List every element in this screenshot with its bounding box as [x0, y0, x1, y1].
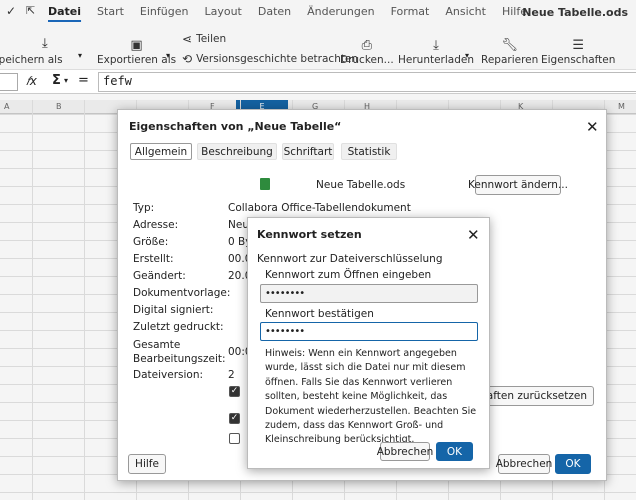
menu-datei[interactable]: Datei	[40, 5, 89, 18]
version-history-button[interactable]: ⟲ Versionsgeschichte betrachten	[182, 52, 358, 66]
tab-allgemein[interactable]: Allgemein	[130, 143, 192, 160]
repair-label: Reparieren	[481, 54, 539, 66]
type-label: Typ:	[133, 202, 155, 214]
sum-dropdown-icon[interactable]: ▾	[64, 76, 68, 85]
save-as-button[interactable]: ⬇ Speichern als	[0, 37, 63, 66]
history-icon: ⟲	[182, 52, 193, 66]
set-password-dialog: Kennwort setzen ✕ Kennwort zur Dateivers…	[247, 217, 490, 469]
download-button[interactable]: ⤓ Herunterladen	[398, 37, 474, 66]
export-icon: ▣	[130, 38, 143, 53]
close-icon[interactable]: ✕	[467, 228, 480, 243]
file-name: Neue Tabelle.ods	[316, 179, 406, 191]
sum-icon[interactable]: Σ	[52, 73, 61, 88]
menu-aenderungen[interactable]: Änderungen	[299, 5, 382, 18]
download-arrow-icon: ⤓	[42, 36, 48, 51]
chevron-down-icon[interactable]: ▾	[465, 51, 469, 60]
checkbox-checked[interactable]: ✓	[229, 413, 240, 424]
open-password-label: Kennwort zum Öffnen eingeben	[265, 269, 432, 281]
last-printed-label: Zuletzt gedruckt:	[133, 321, 224, 333]
address-label: Adresse:	[133, 219, 179, 231]
created-label: Erstellt:	[133, 253, 174, 265]
open-password-field[interactable]: ••••••••	[260, 284, 478, 303]
save-as-label: Speichern als	[0, 54, 63, 66]
checkbox-unchecked[interactable]	[229, 433, 240, 444]
sliders-icon: ☰	[572, 38, 585, 53]
menubar: ✓ ⇱ Datei Start Einfügen Layout Daten Än…	[0, 0, 636, 24]
cancel-button[interactable]: Abbrechen	[496, 454, 552, 474]
ok-button[interactable]: OK	[436, 442, 473, 461]
tab-statistik[interactable]: Statistik	[341, 143, 397, 160]
confirm-password-field[interactable]: ••••••••	[260, 322, 478, 341]
properties-dialog-title: Eigenschaften von „Neue Tabelle“	[129, 120, 342, 133]
chevron-down-icon[interactable]: ▾	[78, 51, 82, 60]
name-box[interactable]	[0, 73, 18, 91]
menu-start[interactable]: Start	[89, 5, 132, 18]
file-version-value: 2	[228, 369, 235, 381]
properties-label: Eigenschaften	[541, 54, 616, 66]
confirm-password-label: Kennwort bestätigen	[265, 308, 374, 320]
password-hint-text: Hinweis: Wenn ein Kennwort angegeben wur…	[265, 348, 477, 446]
print-button[interactable]: ⎙ Drucken...	[340, 37, 394, 66]
toolbar: ⬇ Speichern als ⤓ ▾ ▣ Exportieren als ▾ …	[0, 24, 636, 70]
document-title: Neue Tabelle.ods	[522, 6, 628, 19]
history-label: Versionsgeschichte betrachten	[196, 53, 359, 65]
type-value: Collabora Office-Tabellendokument	[228, 202, 411, 214]
reset-properties-button[interactable]: enschaften zurücksetzen	[456, 386, 594, 406]
formula-bar: 𝑓x Σ ▾ = fefw	[0, 70, 636, 94]
encryption-section-label: Kennwort zur Dateiverschlüsselung	[257, 253, 443, 265]
close-icon[interactable]: ✕	[586, 120, 599, 135]
tab-schriftart[interactable]: Schriftart	[282, 143, 334, 160]
wrench-icon: 🔧︎	[501, 38, 518, 53]
menu-format[interactable]: Format	[383, 5, 438, 18]
share-label: Teilen	[196, 33, 227, 45]
cancel-button[interactable]: Abbrechen	[377, 442, 433, 461]
size-label: Größe:	[133, 236, 169, 248]
download-label: Herunterladen	[398, 54, 475, 66]
share-icon: ⋖	[182, 32, 193, 46]
function-wizard-icon[interactable]: 𝑓x	[26, 74, 37, 89]
chevron-down-icon[interactable]: ▾	[166, 51, 170, 60]
menu-ansicht[interactable]: Ansicht	[437, 5, 494, 18]
export-as-label: Exportieren als	[97, 54, 177, 66]
editing-time-label: Gesamte Bearbeitungszeit:	[133, 339, 226, 365]
signed-label: Digital signiert:	[133, 304, 214, 316]
change-password-button[interactable]: Kennwort ändern...	[468, 175, 568, 195]
print-label: Drucken...	[340, 54, 394, 66]
help-button[interactable]: Hilfe	[128, 454, 166, 474]
ok-button[interactable]: OK	[555, 454, 591, 474]
tab-beschreibung[interactable]: Beschreibung	[197, 143, 277, 160]
password-dialog-title: Kennwort setzen	[257, 228, 362, 241]
share-button[interactable]: ⋖ Teilen	[182, 32, 226, 46]
formula-input[interactable]: fefw	[98, 72, 636, 92]
menu-daten[interactable]: Daten	[250, 5, 299, 18]
template-label: Dokumentvorlage:	[133, 287, 231, 299]
menu-einfuegen[interactable]: Einfügen	[132, 5, 197, 18]
checkmark-icon[interactable]: ✓	[6, 4, 16, 18]
menu-layout[interactable]: Layout	[196, 5, 249, 18]
repair-button[interactable]: 🔧︎ Reparieren	[481, 37, 538, 66]
spreadsheet-file-icon	[260, 178, 270, 190]
export-as-button[interactable]: ▣ Exportieren als	[97, 37, 176, 66]
properties-button[interactable]: ☰ Eigenschaften	[541, 37, 615, 66]
modified-label: Geändert:	[133, 270, 186, 282]
open-external-icon[interactable]: ⇱	[26, 4, 35, 17]
download-icon: ⤓	[433, 38, 439, 53]
equals-icon[interactable]: =	[78, 73, 89, 88]
printer-icon: ⎙	[361, 38, 373, 53]
file-version-label: Dateiversion:	[133, 369, 204, 381]
checkbox-checked[interactable]: ✓	[229, 386, 240, 397]
